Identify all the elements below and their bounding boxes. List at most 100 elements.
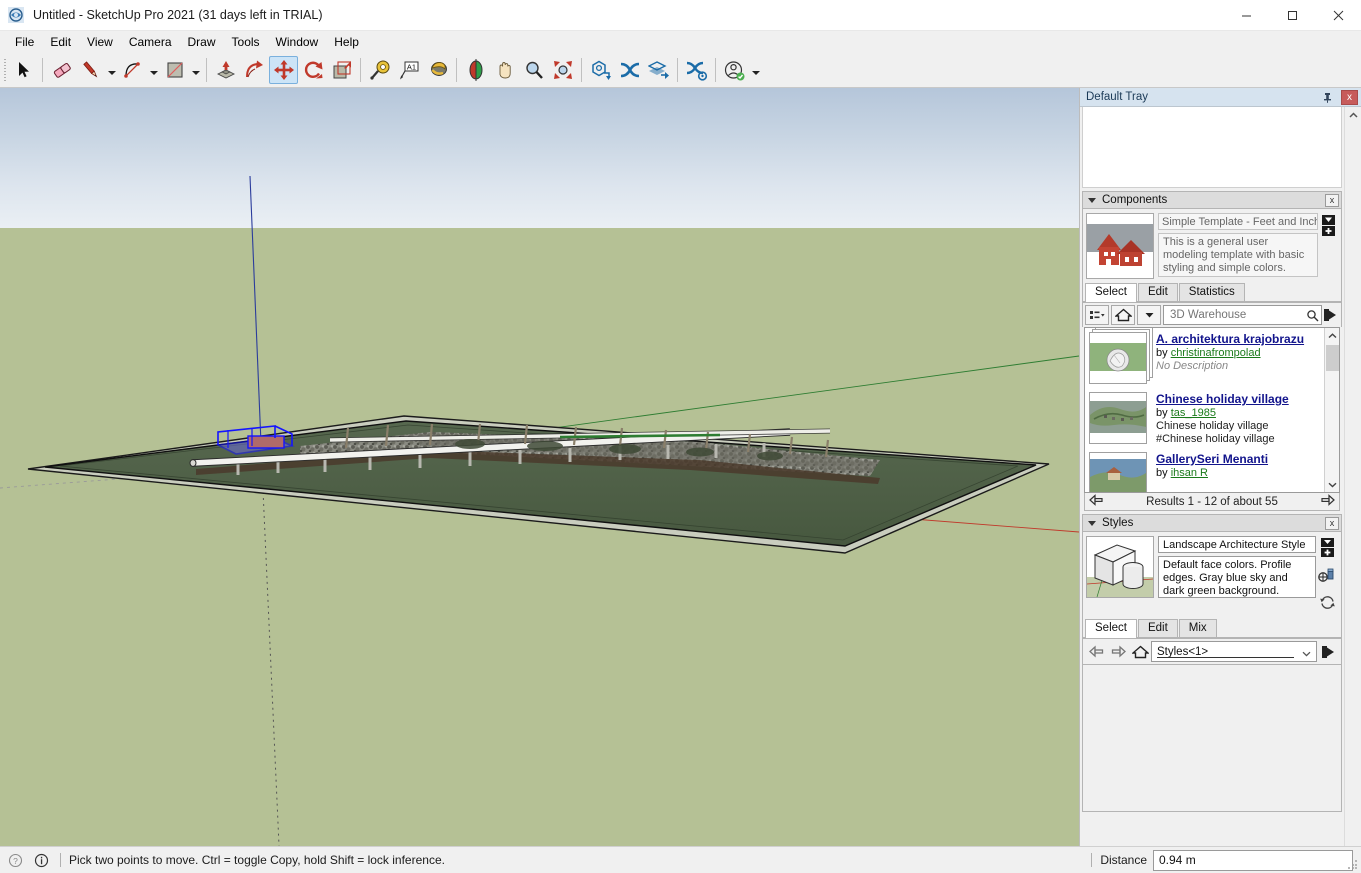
minimize-button[interactable] — [1223, 0, 1269, 31]
question-circle-icon[interactable]: ? — [4, 853, 26, 868]
list-item[interactable]: GallerySeri Menanti by ihsan R — [1085, 448, 1339, 492]
scrollbar-thumb[interactable] — [1326, 345, 1339, 371]
styles-panel-close[interactable]: x — [1325, 517, 1339, 530]
tab-statistics[interactable]: Statistics — [1178, 283, 1245, 301]
list-item[interactable]: Chinese holiday village by tas_1985 Chin… — [1085, 388, 1339, 448]
components-panel-close[interactable]: x — [1325, 194, 1339, 207]
menu-file[interactable]: File — [7, 33, 42, 51]
component-name-field[interactable]: Simple Template - Feet and Inch — [1158, 213, 1318, 230]
orbit-tool-button[interactable] — [461, 56, 490, 84]
component-details-button[interactable] — [1318, 213, 1338, 279]
components-panel-header[interactable]: Components x — [1082, 191, 1342, 209]
extension-manager-button[interactable] — [682, 56, 711, 84]
home-icon[interactable] — [1129, 642, 1151, 662]
tab-edit[interactable]: Edit — [1137, 619, 1178, 637]
arrow-right-icon[interactable] — [1107, 642, 1129, 662]
zoom-extents-tool-button[interactable] — [548, 56, 577, 84]
gallery-thumbnail[interactable] — [1089, 452, 1147, 492]
green-landscape-thumbnail[interactable] — [1089, 332, 1147, 384]
share-model-button[interactable] — [644, 56, 673, 84]
tab-edit[interactable]: Edit — [1137, 283, 1178, 301]
refresh-circular-icon[interactable] — [1319, 595, 1336, 615]
tray-close-button[interactable]: x — [1341, 90, 1358, 105]
tab-mix[interactable]: Mix — [1178, 619, 1217, 637]
zoom-tool-button[interactable] — [519, 56, 548, 84]
rectangle-tool-dropdown[interactable] — [189, 56, 202, 84]
paint-bucket-tool-button[interactable] — [423, 56, 452, 84]
tray-scrollbar[interactable] — [1344, 107, 1361, 846]
menu-tools[interactable]: Tools — [224, 33, 268, 51]
user-account-dropdown[interactable] — [749, 56, 762, 84]
rotate-tool-button[interactable] — [298, 56, 327, 84]
toolbar-grip[interactable] — [2, 57, 9, 83]
menu-draw[interactable]: Draw — [180, 33, 224, 51]
style-description-field[interactable]: Default face colors. Profile edges. Gray… — [1158, 556, 1316, 598]
results-scrollbar[interactable] — [1324, 328, 1339, 492]
text-tool-button[interactable]: A1 — [394, 56, 423, 84]
menu-help[interactable]: Help — [326, 33, 367, 51]
move-tool-button[interactable] — [269, 55, 298, 84]
pin-icon[interactable] — [1320, 90, 1335, 105]
arc-tool-dropdown[interactable] — [147, 56, 160, 84]
arrow-left-icon[interactable] — [1089, 493, 1103, 511]
search-scope-dropdown[interactable] — [1137, 305, 1161, 325]
styles-panel-header[interactable]: Styles x — [1082, 514, 1342, 532]
style-details-icon[interactable] — [1320, 538, 1335, 562]
line-tool-button[interactable] — [76, 56, 105, 84]
arc-tool-button[interactable] — [118, 56, 147, 84]
followme-tool-button[interactable] — [240, 56, 269, 84]
result-author-link[interactable]: ihsan R — [1171, 467, 1208, 479]
3d-modeling-viewport[interactable] — [0, 88, 1079, 846]
chevron-down-icon[interactable] — [1088, 520, 1096, 526]
styles-collection-select[interactable]: Styles<1> — [1151, 641, 1317, 662]
search-input[interactable] — [1168, 308, 1305, 322]
result-author-link[interactable]: christinafrompolad — [1171, 347, 1261, 359]
select-tool-button[interactable] — [9, 56, 38, 84]
pan-tool-button[interactable] — [490, 56, 519, 84]
measurement-input[interactable]: 0.94 m — [1153, 849, 1353, 871]
menu-view[interactable]: View — [79, 33, 121, 51]
window-resize-grip[interactable] — [1347, 859, 1359, 871]
arrow-right-icon[interactable] — [1321, 493, 1335, 511]
line-tool-dropdown[interactable] — [105, 56, 118, 84]
chevron-down-icon[interactable] — [1088, 197, 1096, 203]
magnifier-icon[interactable] — [1305, 309, 1321, 322]
search-input-wrapper[interactable] — [1163, 305, 1322, 325]
search-results-list[interactable]: A. architektura krajobrazu by christinaf… — [1084, 327, 1340, 493]
arrow-right-box-icon[interactable] — [1322, 305, 1339, 325]
chevron-down-icon[interactable] — [1302, 648, 1311, 657]
create-style-icon[interactable] — [1318, 568, 1336, 589]
menu-window[interactable]: Window — [268, 33, 327, 51]
rectangle-tool-button[interactable] — [160, 56, 189, 84]
pushpull-tool-button[interactable] — [211, 56, 240, 84]
chevron-down-icon[interactable] — [1325, 477, 1339, 492]
component-description-field[interactable]: This is a general user modeling template… — [1158, 233, 1318, 277]
style-name-field[interactable]: Landscape Architecture Style — [1158, 536, 1316, 553]
close-button[interactable] — [1315, 0, 1361, 31]
chevron-up-icon[interactable] — [1345, 107, 1361, 124]
result-title-link[interactable]: A. architektura krajobrazu — [1156, 332, 1335, 346]
user-account-button[interactable] — [720, 56, 749, 84]
result-title-link[interactable]: GallerySeri Menanti — [1156, 452, 1335, 466]
village-aerial-thumbnail[interactable] — [1089, 392, 1147, 444]
arrow-right-box-icon[interactable] — [1317, 642, 1339, 662]
red-barn-house-thumbnail[interactable] — [1086, 213, 1154, 279]
result-title-link[interactable]: Chinese holiday village — [1156, 392, 1335, 406]
tape-measure-tool-button[interactable] — [365, 56, 394, 84]
info-circle-icon[interactable] — [30, 853, 52, 868]
chevron-up-icon[interactable] — [1325, 328, 1339, 343]
list-item[interactable]: A. architektura krajobrazu by christinaf… — [1085, 328, 1339, 388]
extension-warehouse-button[interactable] — [615, 56, 644, 84]
3d-warehouse-button[interactable] — [586, 56, 615, 84]
arrow-left-icon[interactable] — [1085, 642, 1107, 662]
tab-select[interactable]: Select — [1085, 619, 1137, 638]
result-author-link[interactable]: tas_1985 — [1171, 407, 1216, 419]
box-cylinder-style-thumbnail[interactable] — [1086, 536, 1154, 598]
maximize-button[interactable] — [1269, 0, 1315, 31]
scale-tool-button[interactable] — [327, 56, 356, 84]
tab-select[interactable]: Select — [1085, 283, 1137, 302]
menu-camera[interactable]: Camera — [121, 33, 180, 51]
home-icon[interactable] — [1111, 305, 1135, 325]
menu-edit[interactable]: Edit — [42, 33, 79, 51]
eraser-tool-button[interactable] — [47, 56, 76, 84]
